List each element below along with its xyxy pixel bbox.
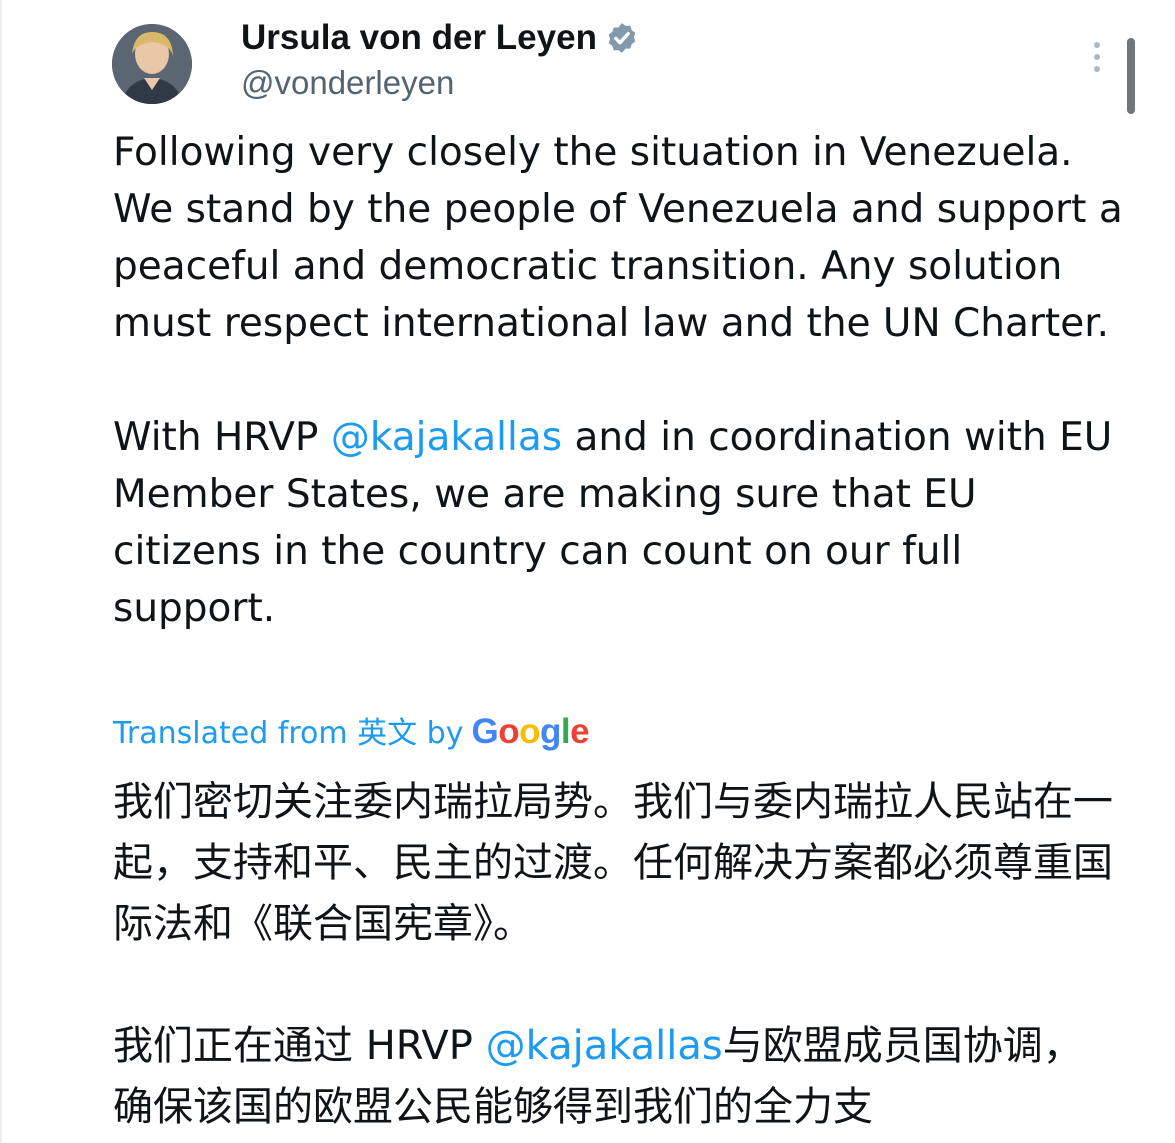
verified-badge-icon (608, 23, 636, 53)
tweet-paragraph-1: Following very closely the situation in … (113, 130, 1123, 346)
author-handle[interactable]: @vonderleyen (241, 64, 454, 102)
translated-paragraph-2: 我们正在通过 HRVP @kajakallas与欧盟成员国协调，确保该国的欧盟公… (113, 1016, 1113, 1138)
translated-paragraph-1: 我们密切关注委内瑞拉局势。我们与委内瑞拉人民站在一起，支持和平、民主的过渡。任何… (113, 779, 1113, 947)
left-divider (0, 0, 2, 1143)
more-vertical-icon-dot (1094, 54, 1100, 60)
more-options-button[interactable] (1086, 40, 1108, 74)
google-logo: Google (471, 712, 590, 751)
more-vertical-icon (1094, 42, 1100, 48)
translated-text: 我们密切关注委内瑞拉局势。我们与委内瑞拉人民站在一起，支持和平、民主的过渡。任何… (113, 772, 1113, 1138)
tweet-text: Following very closely the situation in … (113, 124, 1123, 637)
more-vertical-icon-dot (1094, 66, 1100, 72)
author-name-text: Ursula von der Leyen (241, 18, 597, 57)
mention-link[interactable]: @kajakallas (331, 415, 562, 460)
translation-notice[interactable]: Translated from 英文 by Google (113, 708, 590, 752)
avatar[interactable] (112, 24, 192, 104)
translated-mention-link[interactable]: @kajakallas (486, 1023, 723, 1069)
author-name[interactable]: Ursula von der Leyen (241, 18, 639, 58)
scrollbar-thumb[interactable] (1127, 38, 1135, 114)
translated-text-segment: 我们正在通过 HRVP (113, 1023, 486, 1069)
tweet-paragraph-2: With HRVP @kajakallas and in coordinatio… (113, 409, 1123, 637)
translation-notice-label: Translated from 英文 by (113, 716, 464, 751)
tweet-text-segment: With HRVP (113, 415, 331, 460)
avatar-photo-icon (112, 24, 192, 104)
